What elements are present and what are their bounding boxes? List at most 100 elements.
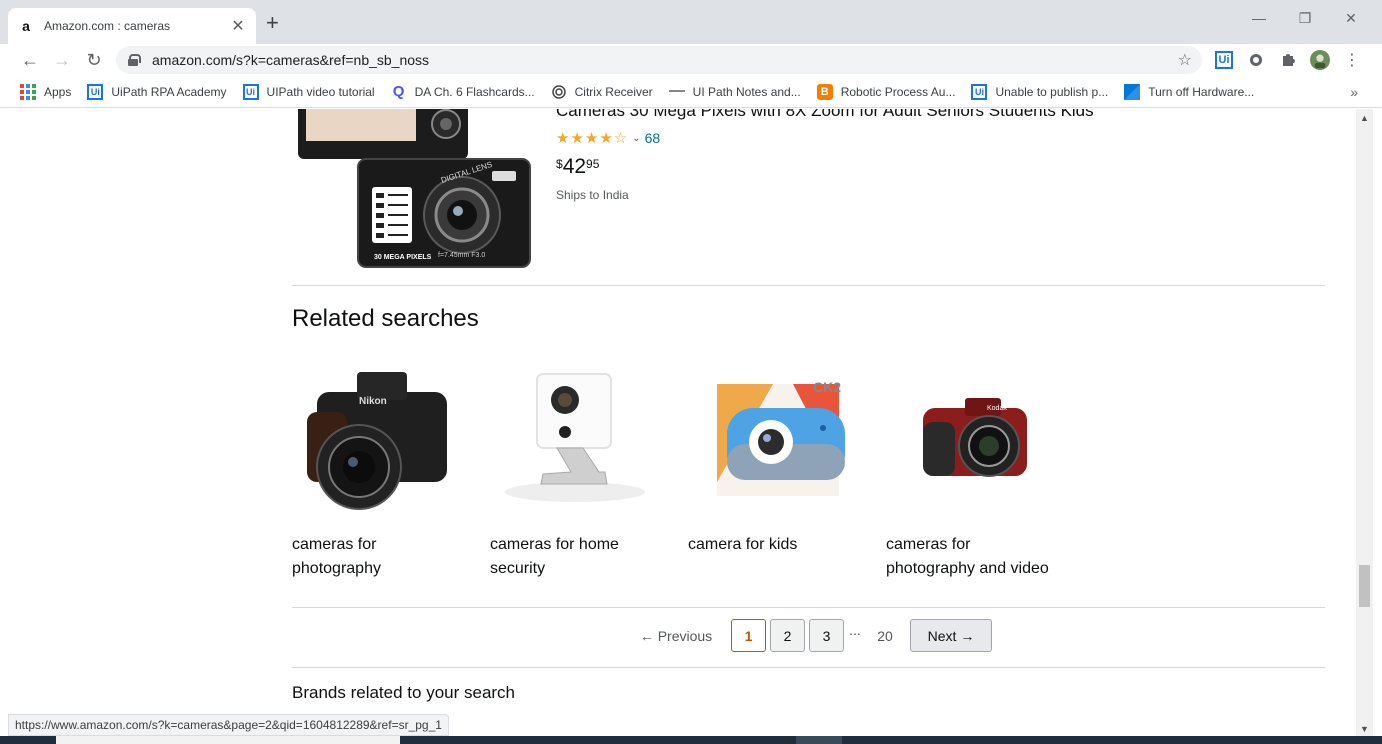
star-rating-icon: ★★★★☆ <box>556 130 629 147</box>
bookmark-label: Citrix Receiver <box>574 84 653 99</box>
nikon-text: Nikon <box>359 396 387 407</box>
browser-toolbar: ← → ↻ amazon.com/s?k=cameras&ref=nb_sb_n… <box>0 44 1382 76</box>
bookmark-flashcards[interactable]: Q DA Ch. 6 Flashcards... <box>391 83 535 100</box>
bookmarks-bar: Apps Ui UiPath RPA Academy Ui UIPath vid… <box>0 76 1382 108</box>
lock-icon <box>128 54 141 66</box>
price-fraction: 95 <box>586 157 600 171</box>
amazon-favicon-icon: a <box>22 18 30 34</box>
related-search-label[interactable]: cameras for home security <box>490 533 660 581</box>
profile-avatar[interactable] <box>1310 50 1330 70</box>
bridge-camera-image[interactable]: Kodak <box>886 357 1056 517</box>
uipath-icon: Ui <box>242 83 259 100</box>
back-arrow-icon[interactable]: ← <box>18 48 42 72</box>
bookmark-uipath-notes[interactable]: UI Path Notes and... <box>668 84 801 100</box>
divider <box>292 607 1325 608</box>
puzzle-extensions-icon[interactable] <box>1278 50 1298 70</box>
divider <box>292 667 1325 668</box>
scroll-down-arrow-icon[interactable]: ▼ <box>1360 724 1369 734</box>
page-scrollbar[interactable]: ▲ ▼ <box>1356 109 1373 736</box>
new-tab-icon[interactable]: + <box>266 12 279 34</box>
uipath-icon: Ui <box>87 83 104 100</box>
address-url: amazon.com/s?k=cameras&ref=nb_sb_noss <box>152 52 430 68</box>
pagination: ← Previous 1 2 3 ... 20 Next → <box>0 619 1356 653</box>
ck2-text: CK2 <box>813 379 841 395</box>
page-icon <box>668 84 685 100</box>
bookmark-robotic-process[interactable]: B Robotic Process Au... <box>816 83 956 100</box>
browser-tab[interactable]: a Amazon.com : cameras ✕ <box>8 8 256 44</box>
bookmark-label: DA Ch. 6 Flashcards... <box>414 84 535 99</box>
more-bookmarks-icon[interactable]: » <box>1350 84 1358 100</box>
link-status-bar: https://www.amazon.com/s?k=cameras&page=… <box>8 714 449 736</box>
kebab-menu-icon[interactable]: ⋮ <box>1342 50 1362 70</box>
related-search-label[interactable]: camera for kids <box>688 533 858 557</box>
page-content: DIGITAL LENS f=7.45mm F3.0 30 MEGA PIXEL… <box>0 109 1356 736</box>
scrollbar-thumb[interactable] <box>1359 565 1370 607</box>
product-title-link[interactable]: Cameras 30 Mega Pixels with 8X Zoom for … <box>556 109 1094 121</box>
related-searches-heading: Related searches <box>292 305 479 332</box>
product-image[interactable]: DIGITAL LENS f=7.45mm F3.0 30 MEGA PIXEL… <box>296 109 536 269</box>
dslr-camera-image[interactable]: Nikon <box>292 357 462 517</box>
reload-icon[interactable]: ↻ <box>82 48 106 72</box>
circle-extension-icon[interactable] <box>1246 50 1266 70</box>
bookmark-turn-off-hardware[interactable]: Turn off Hardware... <box>1124 83 1255 100</box>
minimize-icon[interactable]: — <box>1249 10 1269 26</box>
page-3-button[interactable]: 3 <box>809 619 844 652</box>
kids-camera-image[interactable]: CK2 <box>688 357 858 517</box>
product-rating[interactable]: ★★★★☆ ⌄ 68 <box>556 129 660 147</box>
restore-icon[interactable]: ❐ <box>1295 10 1315 27</box>
window-close-icon[interactable]: ✕ <box>1341 10 1361 27</box>
related-search-card[interactable]: CK2 camera for kids <box>688 357 858 557</box>
related-search-label[interactable]: cameras for photography and video <box>886 533 1056 581</box>
page-2-button[interactable]: 2 <box>770 619 805 652</box>
security-camera-image[interactable] <box>490 357 660 517</box>
tab-title: Amazon.com : cameras <box>44 19 171 33</box>
blogger-icon: B <box>816 83 833 100</box>
divider <box>292 285 1325 286</box>
product-price: $ 42 95 <box>556 155 599 179</box>
bookmark-label: UiPath RPA Academy <box>111 84 227 99</box>
bookmark-label: Unable to publish p... <box>995 84 1109 99</box>
page-1-button[interactable]: 1 <box>731 619 766 652</box>
bookmark-label: Turn off Hardware... <box>1148 84 1255 99</box>
forward-arrow-icon[interactable]: → <box>50 48 74 72</box>
browser-tab-bar: a Amazon.com : cameras ✕ + — ❐ ✕ <box>0 0 1382 44</box>
os-taskbar <box>0 736 1382 744</box>
apps-grid-icon <box>20 83 36 100</box>
taskbar-active-app[interactable] <box>796 736 842 744</box>
chevron-down-icon[interactable]: ⌄ <box>632 133 640 144</box>
citrix-icon <box>551 84 567 100</box>
bookmark-apps[interactable]: Apps <box>20 83 72 100</box>
page-20-label: 20 <box>877 627 893 644</box>
pagination-ellipsis: ... <box>849 621 861 638</box>
windows-icon <box>1124 83 1141 100</box>
bookmark-label: Apps <box>44 84 72 99</box>
bookmark-unable-publish[interactable]: Ui Unable to publish p... <box>971 83 1109 100</box>
scroll-up-arrow-icon[interactable]: ▲ <box>1360 113 1369 123</box>
bookmark-star-icon[interactable]: ☆ <box>1178 50 1192 70</box>
kodak-text: Kodak <box>987 405 1007 412</box>
next-page-button[interactable]: Next → <box>910 619 992 652</box>
bookmark-citrix[interactable]: Citrix Receiver <box>551 84 653 100</box>
price-whole: 42 <box>562 155 587 178</box>
taskbar-search-box[interactable] <box>56 736 400 744</box>
related-search-card[interactable]: Nikon cameras for photography <box>292 357 462 581</box>
bookmark-label: UI Path Notes and... <box>692 84 801 99</box>
rating-count-link[interactable]: 68 <box>645 130 661 146</box>
bookmark-label: UIPath video tutorial <box>266 84 375 99</box>
focal-text: f=7.45mm F3.0 <box>438 252 485 259</box>
related-search-card[interactable]: Kodak cameras for photography and video <box>886 357 1056 581</box>
bookmark-uipath-video[interactable]: Ui UIPath video tutorial <box>242 83 375 100</box>
previous-page-button[interactable]: ← Previous <box>634 619 718 652</box>
bookmark-uipath-academy[interactable]: Ui UiPath RPA Academy <box>87 83 227 100</box>
brands-heading: Brands related to your search <box>292 683 516 702</box>
address-bar[interactable]: amazon.com/s?k=cameras&ref=nb_sb_noss ☆ <box>116 46 1202 74</box>
quizlet-icon: Q <box>392 83 405 100</box>
tab-close-icon[interactable]: ✕ <box>230 16 246 36</box>
price-symbol: $ <box>556 157 563 171</box>
shipping-info: Ships to India <box>556 188 629 202</box>
megapixel-badge-text: 30 MEGA PIXELS <box>374 254 432 261</box>
related-search-label[interactable]: cameras for photography <box>292 533 462 581</box>
related-search-card[interactable]: cameras for home security <box>490 357 660 581</box>
uipath-extension-icon[interactable]: Ui <box>1214 50 1234 70</box>
bookmark-label: Robotic Process Au... <box>840 84 956 99</box>
